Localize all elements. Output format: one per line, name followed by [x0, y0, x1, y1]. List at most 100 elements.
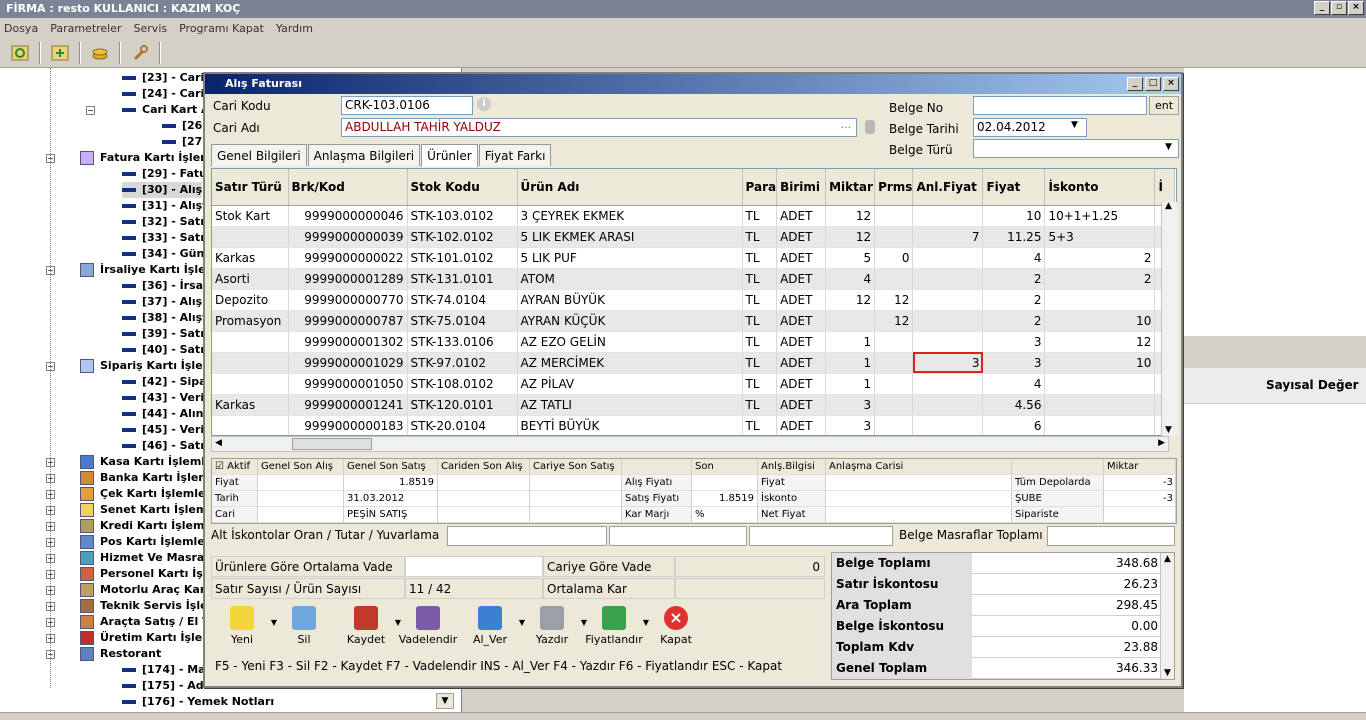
grid-cell[interactable]: BEYTİ BÜYÜK: [517, 415, 743, 435]
tree-item[interactable]: [174] - Ma: [122, 662, 206, 678]
grid-cell[interactable]: [874, 205, 914, 227]
grid-cell[interactable]: [1044, 394, 1156, 416]
menu-programi-kapat[interactable]: Programı Kapat: [179, 22, 264, 35]
grid-cell[interactable]: 12: [825, 226, 876, 248]
tree-item[interactable]: [37] - Alış: [122, 294, 202, 310]
aktif-checkbox-cell[interactable]: ☑ Aktif: [212, 459, 258, 475]
tree-item[interactable]: [23] - Cari: [122, 70, 204, 86]
grid-cell[interactable]: ADET: [776, 331, 827, 353]
grid-column-header[interactable]: Birimi: [776, 169, 827, 206]
belge-masraf-input[interactable]: [1047, 526, 1175, 546]
grid-cell[interactable]: 9999000000022: [288, 247, 408, 269]
grid-cell[interactable]: [212, 352, 289, 374]
grid-cell[interactable]: Promasyon: [212, 310, 289, 332]
dialog-minimize-button[interactable]: _: [1127, 77, 1143, 91]
grid-cell[interactable]: 3: [825, 415, 876, 435]
grid-cell[interactable]: ADET: [776, 205, 827, 227]
grid-column-header[interactable]: İ: [1154, 169, 1176, 206]
tree-item[interactable]: [45] - Veril: [122, 422, 208, 438]
tree-group[interactable]: Araçta Satış / El T: [80, 614, 210, 630]
grid-cell[interactable]: AZ EZO GELİN: [517, 331, 743, 353]
grid-cell[interactable]: [912, 415, 984, 435]
grid-cell[interactable]: 1: [825, 352, 876, 374]
grid-cell[interactable]: STK-75.0104: [407, 310, 518, 332]
vadelendir-button[interactable]: Vadelendir: [397, 604, 459, 654]
grid-column-header[interactable]: Satır Türü: [212, 169, 289, 206]
tree-group[interactable]: Senet Kartı İşlem: [80, 502, 207, 518]
grid-cell[interactable]: 12: [874, 289, 914, 311]
tree-item[interactable]: [29] - Fatu: [122, 166, 207, 182]
grid-cell[interactable]: STK-20.0104: [407, 415, 518, 435]
alt-iskonto-oran-input[interactable]: [447, 526, 607, 546]
tab-fiyat-farki[interactable]: Fiyat Farkı: [478, 144, 552, 166]
tree-item[interactable]: [36] - İrsal: [122, 278, 207, 294]
ellipsis-icon[interactable]: …: [841, 120, 851, 131]
tree-item[interactable]: [34] - Günl: [122, 246, 208, 262]
grid-cell[interactable]: ADET: [776, 352, 827, 374]
grid-cell[interactable]: STK-131.0101: [407, 268, 518, 290]
grid-cell[interactable]: [212, 331, 289, 353]
grid-cell[interactable]: 2: [1044, 247, 1156, 269]
grid-cell[interactable]: 4: [982, 373, 1046, 395]
dialog-close-button[interactable]: ×: [1163, 77, 1179, 91]
grid-cell[interactable]: ADET: [776, 268, 827, 290]
tree-group[interactable]: Motorlu Araç Kart: [80, 582, 211, 598]
grid-cell[interactable]: 9999000001050: [288, 373, 408, 395]
tree-group[interactable]: Personel Kartı İşl: [80, 566, 207, 582]
alt-iskonto-yuvarlama-input[interactable]: [749, 526, 893, 546]
grid-cell[interactable]: 6: [982, 415, 1046, 435]
grid-cell[interactable]: [912, 373, 984, 395]
tree-group[interactable]: Pos Kartı İşlemler: [80, 534, 210, 550]
coins-icon[interactable]: [88, 42, 112, 64]
grid-cell[interactable]: 9999000001029: [288, 352, 408, 374]
add-window-icon[interactable]: [48, 42, 72, 64]
grid-cell[interactable]: ATOM: [517, 268, 743, 290]
grid-column-header[interactable]: Anl.Fiyat: [912, 169, 984, 206]
belge-turu-select[interactable]: [973, 139, 1179, 158]
grid-cell[interactable]: [912, 205, 984, 227]
tab-urunler[interactable]: Ürünler: [421, 144, 478, 167]
grid-column-header[interactable]: Prms: [874, 169, 914, 206]
grid-cell[interactable]: 5+3: [1044, 226, 1156, 248]
grid-cell[interactable]: 4: [982, 247, 1046, 269]
grid-cell[interactable]: 11.25: [982, 226, 1046, 248]
cari-kodu-input[interactable]: CRK-103.0106: [341, 96, 473, 115]
tree-item[interactable]: [38] - Alışt: [122, 310, 207, 326]
grid-cell[interactable]: [874, 394, 914, 416]
tree-item[interactable]: [44] - Alına: [122, 406, 211, 422]
grid-horizontal-scrollbar[interactable]: ◀ ▶: [211, 436, 1169, 452]
grid-cell[interactable]: Karkas: [212, 394, 289, 416]
grid-cell[interactable]: ADET: [776, 247, 827, 269]
tree-item[interactable]: [40] - Satış: [122, 342, 211, 358]
grid-cell[interactable]: ADET: [776, 289, 827, 311]
table-row[interactable]: 9999000000183 STK-20.0104 BEYTİ BÜYÜK TL ADE…: [212, 415, 1176, 435]
tree-item[interactable]: [31] - Alışt: [122, 198, 207, 214]
belge-tarihi-input[interactable]: 02.04.2012: [973, 118, 1087, 137]
refresh-icon[interactable]: [8, 42, 32, 64]
grid-cell[interactable]: TL: [742, 289, 778, 311]
grid-cell[interactable]: TL: [742, 226, 778, 248]
grid-cell[interactable]: 12: [825, 289, 876, 311]
tree-group[interactable]: Üretim Kartı İşlen: [80, 630, 210, 646]
grid-cell[interactable]: [874, 373, 914, 395]
table-row[interactable]: Asorti 9999000001289 STK-131.0101 ATOM TL ADE…: [212, 268, 1176, 290]
grid-column-header[interactable]: Fiyat: [982, 169, 1046, 206]
grid-cell[interactable]: TL: [742, 205, 778, 227]
grid-column-header[interactable]: Stok Kodu: [407, 169, 518, 206]
ent-button[interactable]: ent: [1149, 96, 1179, 115]
kaydet-button[interactable]: Kaydet ▼: [335, 604, 401, 654]
tree-item[interactable]: [176] - Yemek Notları: [122, 694, 274, 710]
wrench-icon[interactable]: [128, 42, 152, 64]
grid-cell[interactable]: 3: [982, 331, 1046, 353]
grid-cell[interactable]: 4.56: [982, 394, 1046, 416]
grid-cell[interactable]: 9999000001241: [288, 394, 408, 416]
grid-cell[interactable]: 10: [1044, 352, 1156, 374]
table-row[interactable]: Stok Kart 9999000000046 STK-103.0102 3 ÇEYR…: [212, 205, 1176, 227]
grid-cell[interactable]: AZ MERCİMEK: [517, 352, 743, 374]
grid-column-header[interactable]: Brk/Kod: [288, 169, 408, 206]
menu-servis[interactable]: Servis: [134, 22, 168, 35]
tree-item[interactable]: [43] - Veril: [122, 390, 208, 406]
grid-cell[interactable]: ADET: [776, 394, 827, 416]
grid-column-header[interactable]: Para: [742, 169, 778, 206]
grid-cell[interactable]: [912, 268, 984, 290]
